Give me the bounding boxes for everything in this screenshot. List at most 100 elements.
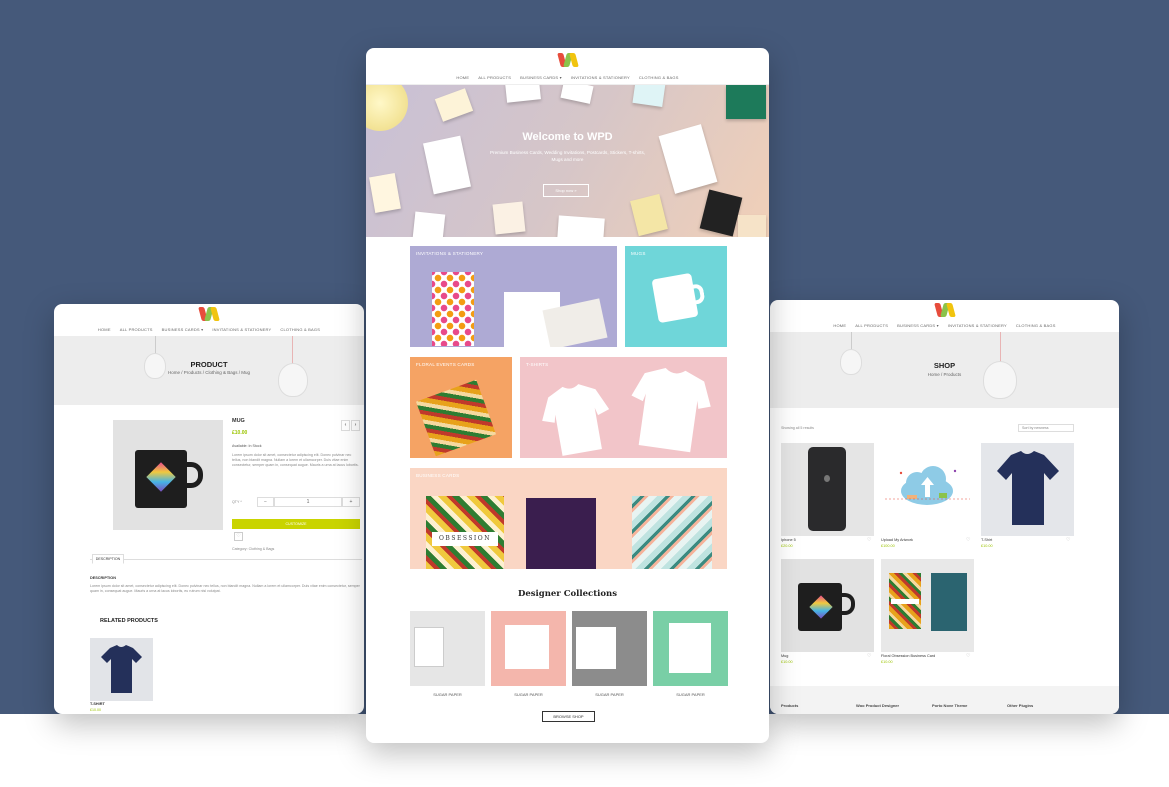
wishlist-heart-icon[interactable]: ♡	[1066, 537, 1070, 543]
product-image[interactable]	[781, 559, 874, 652]
wishlist-heart-icon[interactable]: ♡	[234, 532, 243, 541]
wishlist-heart-icon[interactable]: ♡	[867, 653, 871, 659]
nav-clothing[interactable]: CLOTHING & BAGS	[280, 327, 320, 332]
wishlist-heart-icon[interactable]: ♡	[966, 537, 970, 543]
qty-plus-button[interactable]: +	[342, 497, 360, 507]
product-image[interactable]	[981, 443, 1074, 536]
logo-icon[interactable]	[198, 307, 220, 321]
collection-item[interactable]	[491, 611, 566, 686]
product-price: £20.00	[781, 544, 793, 548]
nav-all-products[interactable]: ALL PRODUCTS	[855, 323, 888, 328]
product-price: £10.00	[232, 430, 248, 436]
product-price: £10.00	[981, 544, 993, 548]
collection-item[interactable]	[410, 611, 485, 686]
nav-home[interactable]: HOME	[833, 323, 846, 328]
nav-all-products[interactable]: ALL PRODUCTS	[120, 327, 153, 332]
collection-label[interactable]: SUGAR PAPER	[572, 692, 647, 697]
collection-card	[414, 627, 444, 667]
collection-card	[669, 623, 711, 673]
product-category[interactable]: Category: Clothing & Bags	[232, 547, 274, 552]
nav-invitations[interactable]: INVITATIONS & STATIONERY	[948, 323, 1007, 328]
collection-item[interactable]	[572, 611, 647, 686]
header: HOME ALL PRODUCTS BUSINESS CARDS ▾ INVIT…	[54, 304, 364, 336]
nav-business-cards[interactable]: BUSINESS CARDS ▾	[162, 327, 204, 332]
footer-col-products[interactable]: Products	[781, 703, 798, 708]
short-description: Lorem ipsum dolor sit amet, consectetur …	[232, 453, 359, 467]
nav-business-cards[interactable]: BUSINESS CARDS ▾	[897, 323, 939, 328]
product-image[interactable]	[881, 559, 974, 652]
nav-clothing[interactable]: CLOTHING & BAGS	[1016, 323, 1056, 328]
category-floral-events[interactable]: FLORAL EVENTS CARDS	[410, 357, 512, 458]
hero-banner: Welcome to WPD Premium Business Cards, W…	[366, 85, 769, 237]
card-decoration	[423, 135, 471, 195]
lamp-cord	[155, 336, 156, 354]
page-title: SHOP	[933, 361, 956, 370]
product-name[interactable]: Iphone 5	[781, 538, 796, 542]
product-image[interactable]	[113, 420, 223, 530]
nav-invitations[interactable]: INVITATIONS & STATIONERY	[571, 75, 630, 80]
category-label: INVITATIONS & STATIONERY	[416, 251, 484, 256]
main-nav: HOME ALL PRODUCTS BUSINESS CARDS ▾ INVIT…	[366, 75, 769, 80]
nav-all-products[interactable]: ALL PRODUCTS	[478, 75, 511, 80]
product-page-preview: HOME ALL PRODUCTS BUSINESS CARDS ▾ INVIT…	[54, 304, 364, 714]
next-product-button[interactable]: ›	[351, 420, 360, 431]
related-product-image[interactable]	[90, 638, 153, 701]
category-business-cards[interactable]: BUSINESS CARDS OBSESSION	[410, 468, 727, 569]
description-heading: DESCRIPTION	[90, 576, 116, 580]
page-banner: PRODUCT Home / Products / Clothing & Bag…	[54, 336, 364, 405]
collection-card	[505, 625, 549, 669]
card-decoration	[412, 211, 446, 237]
card-decoration	[632, 85, 666, 107]
sort-select[interactable]: Sort by newness	[1018, 424, 1074, 432]
cloud-upload-icon	[885, 466, 970, 505]
nav-home[interactable]: HOME	[456, 75, 469, 80]
breadcrumb[interactable]: Home / Products	[770, 372, 1119, 377]
related-product-name[interactable]: T-SHIRT	[90, 702, 105, 706]
product-image[interactable]	[881, 443, 974, 536]
tabs-bar	[90, 559, 362, 560]
tshirt-icon	[101, 645, 142, 693]
customize-button[interactable]: CUSTOMIZE	[232, 519, 360, 529]
nav-clothing[interactable]: CLOTHING & BAGS	[639, 75, 679, 80]
category-invitations[interactable]: INVITATIONS & STATIONERY	[410, 246, 617, 347]
main-nav: HOME ALL PRODUCTS BUSINESS CARDS ▾ INVIT…	[54, 327, 364, 332]
product-name[interactable]: Upload My Artwork	[881, 538, 913, 542]
footer-col-theme[interactable]: Porto Nove Theme	[932, 703, 967, 708]
nav-business-cards[interactable]: BUSINESS CARDS ▾	[520, 75, 562, 80]
product-name[interactable]: Mug	[781, 654, 788, 658]
collection-item[interactable]	[653, 611, 728, 686]
collection-label[interactable]: SUGAR PAPER	[491, 692, 566, 697]
product-image[interactable]	[781, 443, 874, 536]
collection-label[interactable]: SUGAR PAPER	[410, 692, 485, 697]
category-mugs[interactable]: MUGS	[625, 246, 727, 347]
prev-product-button[interactable]: ‹	[341, 420, 350, 431]
qty-minus-button[interactable]: −	[257, 497, 274, 507]
nav-home[interactable]: HOME	[98, 327, 111, 332]
card-label-strip	[891, 599, 919, 604]
shop-now-button[interactable]: Shop now »	[543, 184, 589, 197]
card-decoration	[699, 189, 743, 237]
category-tshirts[interactable]: T-SHIRTS	[520, 357, 727, 458]
product-name[interactable]: Floral Obsession Business Card	[881, 654, 935, 658]
qty-input[interactable]: 1	[274, 497, 342, 507]
wishlist-heart-icon[interactable]: ♡	[867, 537, 871, 543]
browse-shop-button[interactable]: BROWSE SHOP	[542, 711, 595, 722]
nav-invitations[interactable]: INVITATIONS & STATIONERY	[212, 327, 271, 332]
apple-logo-icon	[824, 475, 830, 482]
product-name[interactable]: T-Shirt	[981, 538, 992, 542]
phone-icon	[808, 447, 846, 531]
footer-col-wpd[interactable]: Woo Product Designer	[856, 703, 899, 708]
card-decoration	[369, 173, 401, 213]
footer-col-plugins[interactable]: Other Plugins	[1007, 703, 1033, 708]
hero-subtitle: Premium Business Cards, Wedding Invitati…	[489, 150, 646, 162]
logo-icon[interactable]	[933, 303, 956, 317]
collection-label[interactable]: SUGAR PAPER	[653, 692, 728, 697]
logo-icon[interactable]	[556, 53, 579, 67]
tab-description[interactable]: DESCRIPTION	[92, 554, 124, 564]
main-nav: HOME ALL PRODUCTS BUSINESS CARDS ▾ INVIT…	[770, 323, 1119, 328]
product-price: £100.00	[881, 544, 895, 548]
home-page-preview: HOME ALL PRODUCTS BUSINESS CARDS ▾ INVIT…	[366, 48, 769, 743]
breadcrumb[interactable]: Home / Products / Clothing & Bags / Mug	[54, 370, 364, 375]
wishlist-heart-icon[interactable]: ♡	[966, 653, 970, 659]
tshirt-icon	[997, 451, 1059, 525]
